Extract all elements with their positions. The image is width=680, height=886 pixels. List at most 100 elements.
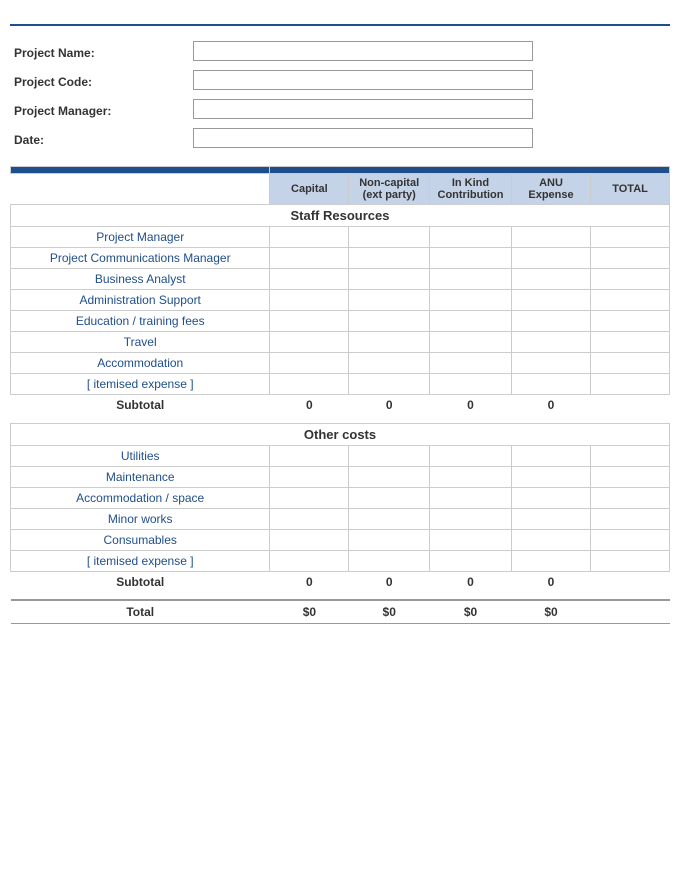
noncapital-cell[interactable] <box>349 508 430 529</box>
noncapital-cell[interactable] <box>349 445 430 466</box>
anu-cell[interactable] <box>511 227 590 248</box>
capital-cell[interactable] <box>270 311 349 332</box>
anu-cell[interactable] <box>511 529 590 550</box>
section-title-row-1: Other costs <box>11 423 670 445</box>
anu-cell[interactable] <box>511 353 590 374</box>
inkind-cell[interactable] <box>430 550 512 571</box>
capital-cell[interactable] <box>270 445 349 466</box>
capital-cell[interactable] <box>270 550 349 571</box>
expenses-header <box>11 167 270 174</box>
anu-cell[interactable] <box>511 332 590 353</box>
total-label: Total <box>11 600 270 624</box>
anu-cell[interactable] <box>511 445 590 466</box>
capital-cell[interactable] <box>270 466 349 487</box>
table-row: Minor works <box>11 508 670 529</box>
capital-cell[interactable] <box>270 529 349 550</box>
total-cell <box>591 269 670 290</box>
anu-cell[interactable] <box>511 466 590 487</box>
noncapital-cell[interactable] <box>349 374 430 395</box>
total-cell <box>591 311 670 332</box>
col-total: TOTAL <box>591 174 670 205</box>
noncapital-cell[interactable] <box>349 466 430 487</box>
total-cell <box>591 227 670 248</box>
budget-table: Capital Non-capital(ext party) In KindCo… <box>10 166 670 624</box>
noncapital-cell[interactable] <box>349 269 430 290</box>
capital-cell[interactable] <box>270 487 349 508</box>
capital-cell[interactable] <box>270 332 349 353</box>
subtotal-capital: 0 <box>270 395 349 416</box>
col-anu-expense: ANU Expense <box>511 174 590 205</box>
inkind-cell[interactable] <box>430 332 512 353</box>
capital-cell[interactable] <box>270 248 349 269</box>
capital-cell[interactable] <box>270 290 349 311</box>
capital-cell[interactable] <box>270 374 349 395</box>
table-row: Business Analyst <box>11 269 670 290</box>
table-row: Education / training fees <box>11 311 670 332</box>
inkind-cell[interactable] <box>430 353 512 374</box>
total-cell <box>591 332 670 353</box>
noncapital-cell[interactable] <box>349 332 430 353</box>
total-cell <box>591 550 670 571</box>
noncapital-cell[interactable] <box>349 353 430 374</box>
inkind-cell[interactable] <box>430 374 512 395</box>
inkind-cell[interactable] <box>430 445 512 466</box>
subtotal-capital: 0 <box>270 571 349 592</box>
anu-cell[interactable] <box>511 487 590 508</box>
noncapital-cell[interactable] <box>349 290 430 311</box>
anu-cell[interactable] <box>511 269 590 290</box>
capital-cell[interactable] <box>270 508 349 529</box>
capital-cell[interactable] <box>270 227 349 248</box>
inkind-cell[interactable] <box>430 248 512 269</box>
inkind-cell[interactable] <box>430 508 512 529</box>
table-row: Project Manager <box>11 227 670 248</box>
anu-cell[interactable] <box>511 248 590 269</box>
inkind-cell[interactable] <box>430 466 512 487</box>
subtotal-inkind: 0 <box>430 571 512 592</box>
project-field-input-2[interactable] <box>189 96 670 125</box>
total-noncapital: $0 <box>349 600 430 624</box>
table-row: [ itemised expense ] <box>11 550 670 571</box>
cost-estimate-header <box>270 167 670 174</box>
inkind-cell[interactable] <box>430 227 512 248</box>
total-capital: $0 <box>270 600 349 624</box>
inkind-cell[interactable] <box>430 529 512 550</box>
noncapital-cell[interactable] <box>349 248 430 269</box>
noncapital-cell[interactable] <box>349 311 430 332</box>
noncapital-cell[interactable] <box>349 529 430 550</box>
subtotal-total <box>591 571 670 592</box>
row-label: Utilities <box>11 445 270 466</box>
anu-cell[interactable] <box>511 374 590 395</box>
subtotal-noncapital: 0 <box>349 571 430 592</box>
row-label: Project Communications Manager <box>11 248 270 269</box>
project-field-input-3[interactable] <box>189 125 670 154</box>
subtotal-row: Subtotal 0 0 0 0 <box>11 571 670 592</box>
capital-cell[interactable] <box>270 353 349 374</box>
project-field-input-1[interactable] <box>189 67 670 96</box>
subtotal-anu: 0 <box>511 571 590 592</box>
row-label: Accommodation / space <box>11 487 270 508</box>
capital-cell[interactable] <box>270 269 349 290</box>
inkind-cell[interactable] <box>430 311 512 332</box>
total-cell <box>591 374 670 395</box>
subtotal-label: Subtotal <box>11 571 270 592</box>
col-capital: Capital <box>270 174 349 205</box>
table-row: Utilities <box>11 445 670 466</box>
inkind-cell[interactable] <box>430 269 512 290</box>
anu-cell[interactable] <box>511 508 590 529</box>
anu-cell[interactable] <box>511 550 590 571</box>
noncapital-cell[interactable] <box>349 487 430 508</box>
inkind-cell[interactable] <box>430 290 512 311</box>
inkind-cell[interactable] <box>430 487 512 508</box>
project-field-input-0[interactable] <box>189 38 670 67</box>
noncapital-cell[interactable] <box>349 227 430 248</box>
table-row: Accommodation <box>11 353 670 374</box>
subtotal-inkind: 0 <box>430 395 512 416</box>
anu-cell[interactable] <box>511 311 590 332</box>
anu-cell[interactable] <box>511 290 590 311</box>
project-row: Project Code: <box>10 67 670 96</box>
subtotal-total <box>591 395 670 416</box>
subtotal-anu: 0 <box>511 395 590 416</box>
subtotal-noncapital: 0 <box>349 395 430 416</box>
table-row: Administration Support <box>11 290 670 311</box>
noncapital-cell[interactable] <box>349 550 430 571</box>
